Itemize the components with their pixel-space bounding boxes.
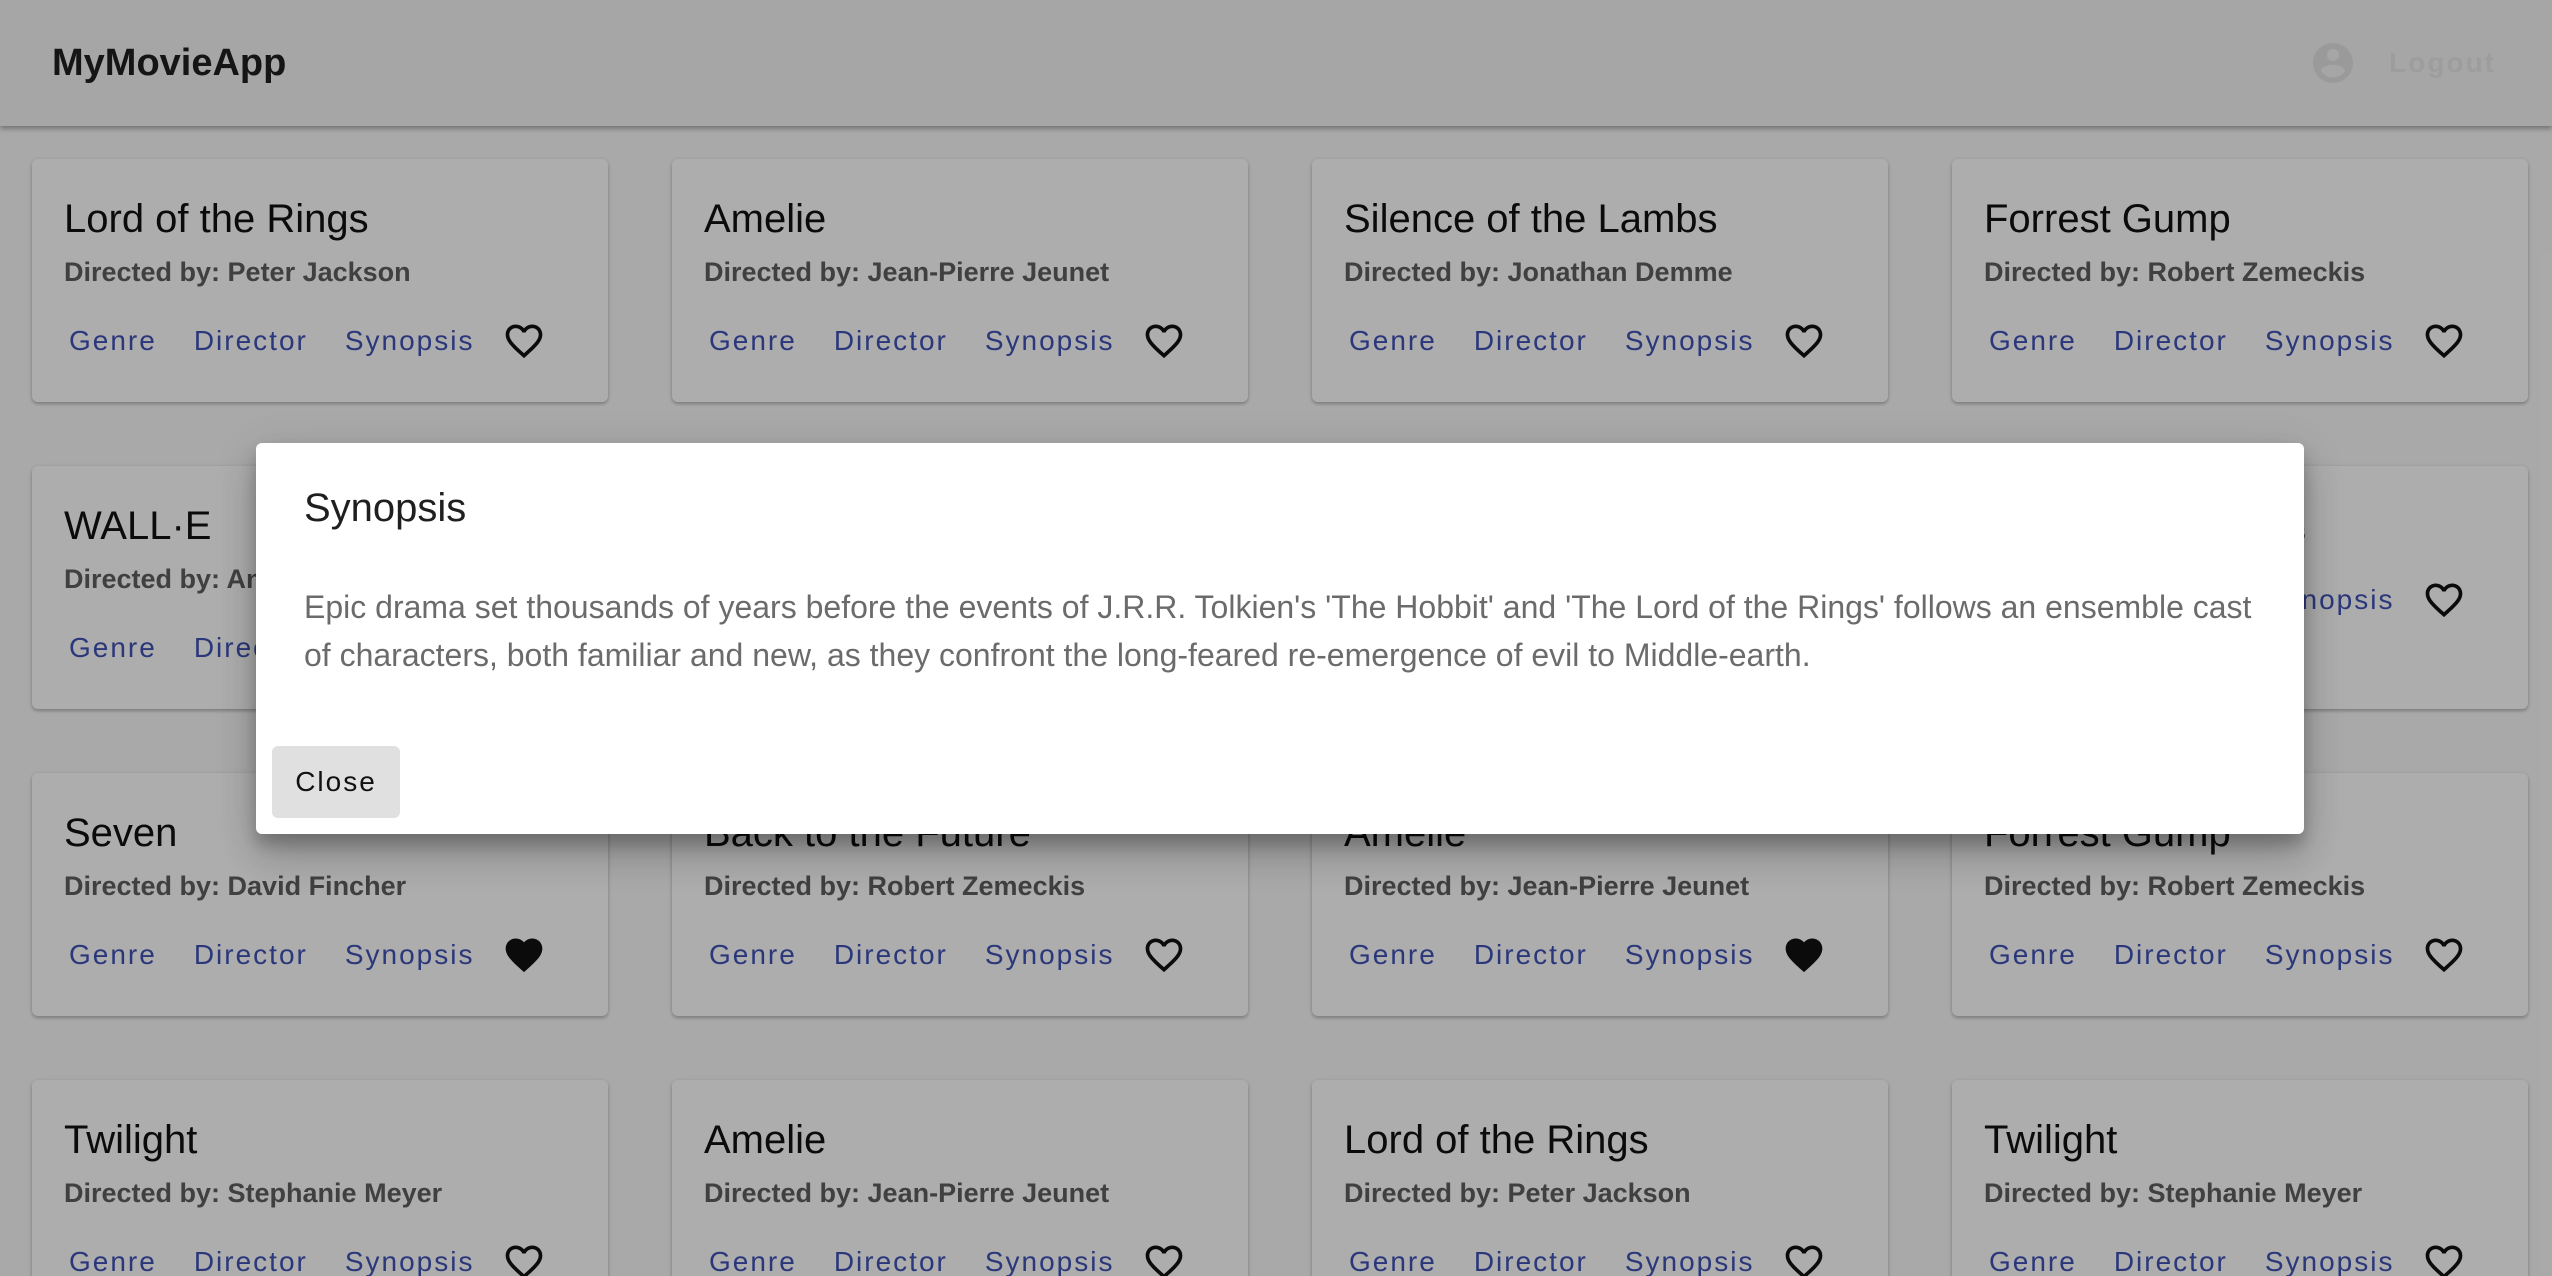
synopsis-dialog: Synopsis Epic drama set thousands of yea…	[256, 443, 2304, 834]
synopsis-text: Epic drama set thousands of years before…	[304, 589, 2252, 673]
close-button[interactable]: Close	[272, 746, 400, 818]
dialog-title: Synopsis	[304, 486, 467, 530]
